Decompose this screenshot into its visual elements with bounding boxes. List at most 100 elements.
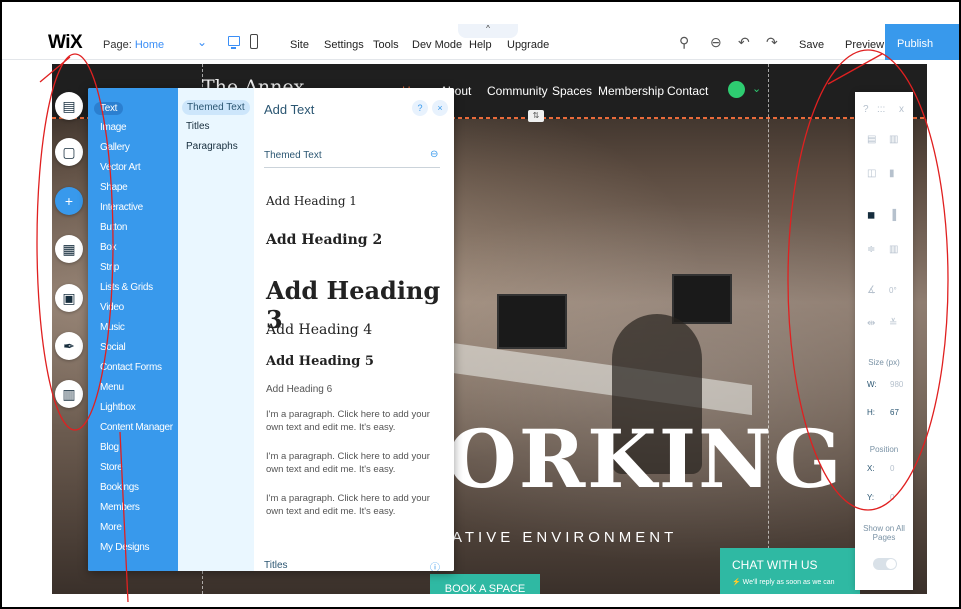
redo-icon[interactable]: ↷ (766, 34, 778, 51)
pages-icon[interactable]: ▤ (55, 92, 83, 120)
category-item-social[interactable]: Social (100, 342, 126, 353)
x-input[interactable]: 0 (890, 464, 894, 473)
category-item-shape[interactable]: Shape (100, 182, 128, 193)
bookings-icon[interactable]: ▥ (55, 380, 83, 408)
editor-top-bar: WiX Page: Home ⌄ Site Settings Tools Dev… (2, 2, 959, 60)
info-icon[interactable]: ⓘ (430, 559, 440, 571)
publish-button[interactable]: Publish (885, 24, 959, 60)
media-icon[interactable]: ▣ (55, 284, 83, 312)
page-selector-value: Home (134, 39, 165, 51)
menu-tools[interactable]: Tools (373, 39, 399, 51)
collapse-topbar-tab[interactable]: ^ (458, 24, 518, 38)
category-item-text[interactable]: Text (94, 102, 124, 115)
book-a-space-button[interactable]: BOOK A SPACE (430, 574, 540, 594)
heading-6-preset[interactable]: Add Heading 6 (266, 384, 332, 395)
stretch-handle-icon[interactable]: ⇅ (528, 110, 544, 122)
site-nav-spaces[interactable]: Spaces (552, 84, 592, 98)
paste-icon[interactable]: ▥ (889, 134, 898, 145)
category-item-image[interactable]: Image (100, 122, 127, 133)
blog-icon[interactable]: ✒ (55, 332, 83, 360)
site-nav-contact[interactable]: Contact (667, 84, 708, 98)
show-on-all-pages-toggle[interactable] (873, 558, 897, 570)
site-nav-membership[interactable]: Membership (598, 84, 664, 98)
category-item-gallery[interactable]: Gallery (100, 142, 130, 153)
close-icon[interactable]: x (899, 104, 904, 115)
menu-help[interactable]: Help (469, 39, 492, 51)
duplicate-icon[interactable]: ◫ (867, 168, 876, 179)
add-apps-icon[interactable]: ▦ (55, 235, 83, 263)
subcategory-themed-text[interactable]: Themed Text (182, 100, 250, 115)
chevron-down-icon[interactable]: ⌄ (197, 35, 207, 49)
menu-upgrade[interactable]: Upgrade (507, 39, 549, 51)
width-input[interactable]: 980 (890, 380, 903, 389)
toolbox-icon[interactable]: ⚲ (679, 34, 689, 51)
help-icon[interactable]: ? (863, 104, 869, 115)
section-title-titles: Titles (264, 560, 288, 571)
align-icon[interactable]: ▐ (889, 210, 896, 221)
background-icon[interactable]: ▢ (55, 138, 83, 166)
preview-button[interactable]: Preview (845, 39, 884, 51)
section-title-themed-text: Themed Text (264, 150, 322, 161)
category-item-vector-art[interactable]: Vector Art (100, 162, 141, 173)
rotation-value[interactable]: 0° (889, 286, 897, 295)
help-icon[interactable]: ? (412, 100, 428, 116)
category-item-menu[interactable]: Menu (100, 382, 124, 393)
desktop-icon[interactable] (228, 36, 240, 49)
category-item-button[interactable]: Button (100, 222, 127, 233)
category-item-blog[interactable]: Blog (100, 442, 119, 453)
flip-vertical-icon[interactable]: ≚ (889, 318, 897, 329)
y-input[interactable]: 0 (890, 493, 894, 502)
category-item-my-designs[interactable]: My Designs (100, 542, 150, 553)
category-item-lists-grids[interactable]: Lists & Grids (100, 282, 153, 293)
heading-2-preset[interactable]: Add Heading 2 (266, 232, 382, 248)
delete-icon[interactable]: ▮ (889, 168, 895, 179)
match-size-icon[interactable]: ▥ (889, 244, 898, 255)
subcategory-paragraphs[interactable]: Paragraphs (186, 141, 238, 152)
theme-settings-icon[interactable]: ⊖ (430, 149, 438, 160)
arrange-icon[interactable]: ◼ (867, 210, 875, 221)
chat-widget[interactable]: CHAT WITH US ⚡ We'll reply as soon as we… (720, 548, 860, 594)
height-input[interactable]: 67 (890, 408, 899, 417)
avatar[interactable] (728, 81, 745, 98)
rotate-icon[interactable]: ∡ (867, 285, 876, 296)
menu-site[interactable]: Site (290, 39, 309, 51)
category-item-music[interactable]: Music (100, 322, 125, 333)
menu-dev-mode[interactable]: Dev Mode (412, 39, 462, 51)
site-nav-community[interactable]: Community (487, 84, 548, 98)
category-item-video[interactable]: Video (100, 302, 124, 313)
close-icon[interactable]: × (432, 100, 448, 116)
hero-title[interactable]: ORKING (447, 412, 844, 506)
heading-4-preset[interactable]: Add Heading 4 (266, 322, 372, 338)
add-elements-panel: Text Image Gallery Vector Art Shape Inte… (88, 88, 454, 571)
category-item-store[interactable]: Store (100, 462, 123, 473)
zoom-icon[interactable]: ⊖ (710, 34, 722, 51)
category-item-interactive[interactable]: Interactive (100, 202, 143, 213)
subcategory-titles[interactable]: Titles (186, 121, 210, 132)
paragraph-preset[interactable]: I'm a paragraph. Click here to add your … (266, 408, 446, 434)
paragraph-preset[interactable]: I'm a paragraph. Click here to add your … (266, 492, 446, 518)
category-item-strip[interactable]: Strip (100, 262, 119, 273)
category-item-contact-forms[interactable]: Contact Forms (100, 362, 162, 373)
category-item-members[interactable]: Members (100, 502, 140, 513)
save-button[interactable]: Save (799, 39, 824, 51)
category-item-content-manager[interactable]: Content Manager (100, 422, 173, 433)
copy-icon[interactable]: ▤ (867, 134, 876, 145)
heading-5-preset[interactable]: Add Heading 5 (266, 354, 374, 369)
category-item-bookings[interactable]: Bookings (100, 482, 139, 493)
category-item-box[interactable]: Box (100, 242, 117, 253)
category-item-lightbox[interactable]: Lightbox (100, 402, 136, 413)
mobile-icon[interactable] (250, 34, 258, 49)
page-selector[interactable]: Page: Home (103, 39, 164, 51)
paragraph-preset[interactable]: I'm a paragraph. Click here to add your … (266, 450, 446, 476)
add-icon[interactable]: + (55, 187, 83, 215)
drag-handle-icon[interactable]: ::: (877, 104, 885, 115)
hero-subtitle[interactable]: ATIVE ENVIRONMENT (452, 529, 677, 546)
distribute-icon[interactable]: ≑ (867, 244, 875, 255)
hero-image-monitor (497, 294, 567, 349)
chevron-down-icon[interactable]: ⌄ (752, 82, 761, 95)
menu-settings[interactable]: Settings (324, 39, 364, 51)
undo-icon[interactable]: ↶ (738, 34, 750, 51)
flip-horizontal-icon[interactable]: ⇹ (867, 318, 875, 329)
category-item-more[interactable]: More (100, 522, 122, 533)
heading-1-preset[interactable]: Add Heading 1 (266, 194, 357, 208)
